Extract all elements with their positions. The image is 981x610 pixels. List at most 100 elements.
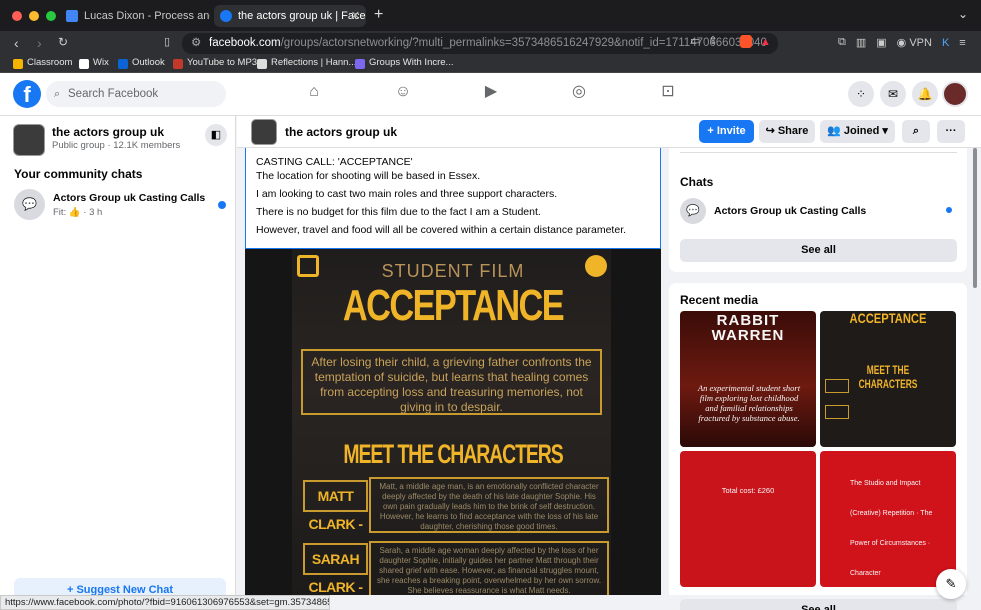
brave-rewards-icon[interactable]: ▲: [760, 36, 771, 48]
unread-dot: [946, 207, 952, 213]
docs-icon: [66, 10, 78, 22]
profile-avatar[interactable]: [942, 81, 968, 107]
install-icon[interactable]: ▭: [690, 34, 700, 47]
search-icon: ⌕: [54, 88, 61, 100]
toolbar-icons: ⧉ ▥ ▣ ◉ VPN K ≡: [838, 36, 966, 49]
bookmark-icon[interactable]: ▯: [164, 35, 170, 48]
close-window-button[interactable]: [12, 11, 22, 21]
unread-dot: [218, 201, 226, 209]
new-message-icon[interactable]: ✎: [936, 569, 966, 599]
messenger-icon[interactable]: ✉: [880, 81, 906, 107]
watch-icon[interactable]: ▶: [482, 83, 500, 101]
chat-name: Actors Group uk Casting Calls: [53, 192, 206, 204]
group-thumbnail-small[interactable]: [251, 119, 277, 145]
wallet-icon[interactable]: ▣: [876, 36, 886, 49]
see-all-media-button[interactable]: See all: [680, 599, 957, 610]
group-search-button[interactable]: ⌕: [902, 120, 930, 143]
joined-button[interactable]: 👥 Joined ▾: [820, 120, 895, 143]
poster-section-title: MEET THE CHARACTERS: [343, 439, 563, 469]
more-options-button[interactable]: ···: [937, 120, 965, 143]
post-card: CASTING CALL: 'ACCEPTANCE' The location …: [245, 148, 661, 595]
share-button[interactable]: ↪ Share: [759, 120, 815, 143]
forward-icon[interactable]: ›: [37, 35, 42, 51]
media-thumbnail-3[interactable]: Total cost: £260: [680, 451, 816, 587]
character-name-matt: MATT CLARK -: [303, 480, 368, 532]
facebook-icon: [220, 10, 232, 22]
close-tab-icon[interactable]: ✕: [351, 5, 360, 27]
brave-shields-icon[interactable]: [740, 35, 752, 48]
group-thumbnail[interactable]: [13, 124, 45, 156]
bookmark-outlook[interactable]: Outlook: [118, 57, 165, 69]
share-icon[interactable]: ⇪: [708, 34, 717, 47]
new-tab-button[interactable]: +: [374, 6, 383, 24]
scrollbar-thumb[interactable]: [973, 148, 977, 288]
bookmark-reflections[interactable]: Reflections | Hann...: [257, 57, 356, 69]
status-bar-url: https://www.facebook.com/photo/?fbid=916…: [0, 595, 330, 610]
left-sidebar: the actors group uk Public group · 12.1K…: [0, 116, 236, 602]
collapse-sidebar-icon[interactable]: ◧: [205, 124, 227, 146]
chat-bubble-icon: 💬: [14, 189, 45, 220]
browser-tab-facebook[interactable]: the actors group uk | Facebo ✕: [214, 5, 366, 27]
browser-toolbar: ‹ › ↻ ▯ ⚙ facebook.com/groups/actorsnetw…: [0, 31, 981, 56]
search-icon: ⌕: [912, 125, 920, 137]
tab-list-chevron-icon[interactable]: ⌄: [958, 7, 968, 21]
groups-icon: [355, 59, 365, 69]
group-meta: Public group · 12.1K members: [52, 140, 181, 151]
media-thumbnail-1[interactable]: RABBIT WARREN An experimental student sh…: [680, 311, 816, 447]
community-chats-title: Your community chats: [14, 167, 143, 181]
post-line-4: There is no budget for this film due to …: [256, 206, 541, 218]
post-line-1: CASTING CALL: 'ACCEPTANCE': [256, 156, 413, 168]
site-settings-icon[interactable]: ⚙: [191, 33, 201, 54]
invite-button[interactable]: + Invite: [699, 120, 754, 143]
poster-image[interactable]: STUDENT FILM ACCEPTANCE After losing the…: [245, 249, 661, 595]
gaming-icon[interactable]: ⊡: [659, 83, 677, 101]
facebook-header: f ⌕ Search Facebook ⌂ ☺ ▶ ◎ ⊡ ⁘ ✉ 🔔: [0, 73, 981, 116]
page-scrollbar[interactable]: [971, 148, 979, 595]
members-icon: 👥: [827, 125, 844, 137]
group-name[interactable]: the actors group uk: [52, 125, 164, 139]
bookmark-youtube-mp3[interactable]: YouTube to MP3: [173, 57, 257, 69]
post-line-2: The location for shooting will be based …: [256, 170, 481, 182]
community-chat-item[interactable]: 💬 Actors Group uk Casting Calls Fit: 👍 ·…: [14, 189, 229, 221]
minimize-window-button[interactable]: [29, 11, 39, 21]
vpn-icon[interactable]: ◉ VPN: [897, 36, 932, 49]
chat-name: Actors Group uk Casting Calls: [714, 205, 867, 217]
sidebar-icon[interactable]: ▥: [856, 36, 866, 49]
reflections-icon: [257, 59, 267, 69]
home-icon[interactable]: ⌂: [305, 83, 323, 101]
chats-title: Chats: [680, 175, 714, 189]
see-all-chats-button[interactable]: See all: [680, 239, 957, 262]
bookmark-wix[interactable]: Wix: [79, 57, 109, 69]
poster-kicker: STUDENT FILM: [381, 261, 525, 281]
group-header-name[interactable]: the actors group uk: [285, 125, 397, 139]
bookmark-groups[interactable]: Groups With Incre...: [355, 57, 453, 69]
poster-title: ACCEPTANCE: [342, 281, 565, 330]
classroom-icon: [13, 59, 23, 69]
menu-icon[interactable]: ≡: [959, 37, 965, 49]
search-input[interactable]: ⌕ Search Facebook: [46, 81, 226, 107]
character-name-sarah: SARAH CLARK -: [303, 543, 368, 595]
media-thumbnail-2[interactable]: ACCEPTANCE MEET THE CHARACTERS: [820, 311, 956, 447]
notifications-icon[interactable]: 🔔: [912, 81, 938, 107]
chat-list-item[interactable]: 💬 Actors Group uk Casting Calls: [680, 198, 957, 226]
bookmark-classroom[interactable]: Classroom: [13, 57, 72, 69]
k-extension-icon[interactable]: K: [942, 37, 949, 49]
wix-icon: [79, 59, 89, 69]
back-icon[interactable]: ‹: [14, 35, 19, 51]
address-bar[interactable]: ⚙ facebook.com/groups/actorsnetworking/?…: [182, 33, 778, 54]
bookmarks-bar: Classroom Wix Outlook YouTube to MP3 Ref…: [0, 56, 981, 73]
share-arrow-icon: ↪: [765, 125, 778, 137]
extensions-icon[interactable]: ⧉: [838, 36, 846, 49]
browser-tab-docs[interactable]: Lucas Dixon - Process and Conte: [60, 5, 210, 27]
zoom-window-button[interactable]: [46, 11, 56, 21]
media-thumbnail-4[interactable]: The Studio and Impact (Creative) Repetit…: [820, 451, 956, 587]
window-controls[interactable]: [12, 11, 56, 21]
facebook-logo-icon[interactable]: f: [13, 80, 41, 108]
group-header-bar: the actors group uk + Invite ↪ Share 👥 J…: [237, 116, 981, 148]
divider: [680, 152, 957, 153]
groups-nav-icon[interactable]: ◎: [570, 83, 588, 101]
friends-icon[interactable]: ☺: [394, 83, 412, 101]
chats-panel: Chats 💬 Actors Group uk Casting Calls Se…: [669, 148, 967, 272]
reload-icon[interactable]: ↻: [58, 35, 68, 49]
menu-grid-icon[interactable]: ⁘: [848, 81, 874, 107]
